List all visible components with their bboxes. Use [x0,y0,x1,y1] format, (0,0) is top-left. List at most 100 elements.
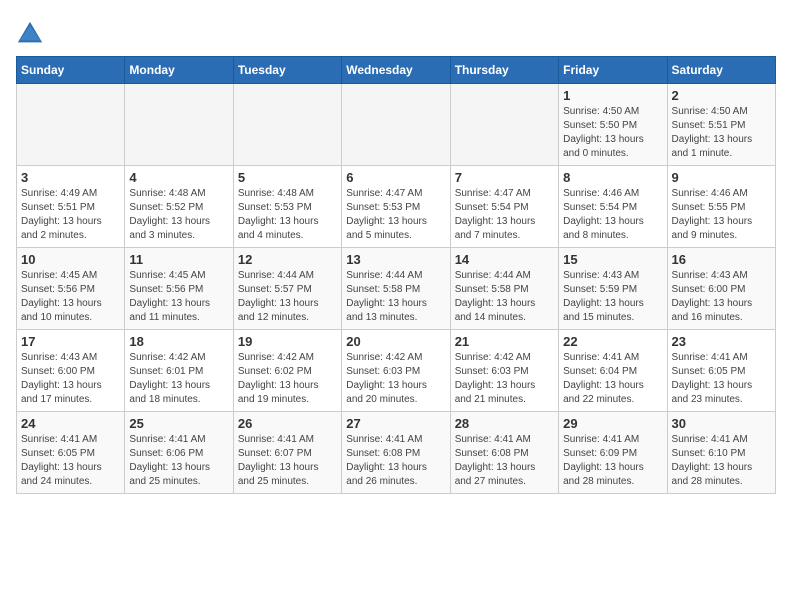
calendar-cell: 9 Sunrise: 4:46 AM Sunset: 5:55 PM Daylig… [667,166,775,248]
day-info: Sunrise: 4:45 AM Sunset: 5:56 PM Dayligh… [129,269,228,325]
day-info: Sunrise: 4:41 AM Sunset: 6:08 PM Dayligh… [455,433,554,489]
calendar-cell: 23 Sunrise: 4:41 AM Sunset: 6:05 PM Dayli… [667,330,775,412]
day-info: Sunrise: 4:44 AM Sunset: 5:58 PM Dayligh… [455,269,554,325]
day-info: Sunrise: 4:48 AM Sunset: 5:52 PM Dayligh… [129,187,228,243]
day-number: 14 [455,252,554,267]
calendar-week-row: 10Sunrise: 4:45 AM Sunset: 5:56 PM Dayli… [17,248,776,330]
day-number: 5 [238,170,337,185]
day-number: 1 [563,88,662,103]
calendar-week-row: 17 Sunrise: 4:43 AM Sunset: 6:00 PM Dayli… [17,330,776,412]
calendar-cell: 28 Sunrise: 4:41 AM Sunset: 6:08 PM Dayli… [450,412,558,494]
day-number: 29 [563,416,662,431]
calendar-cell: 30Sunrise: 4:41 AM Sunset: 6:10 PM Dayli… [667,412,775,494]
day-info: Sunrise: 4:42 AM Sunset: 6:03 PM Dayligh… [346,351,445,407]
calendar-cell: 15 Sunrise: 4:43 AM Sunset: 5:59 PM Dayli… [559,248,667,330]
day-number: 18 [129,334,228,349]
calendar-cell: 5 Sunrise: 4:48 AM Sunset: 5:53 PM Daylig… [233,166,341,248]
day-number: 27 [346,416,445,431]
day-number: 16 [672,252,771,267]
day-number: 25 [129,416,228,431]
day-number: 4 [129,170,228,185]
day-number: 26 [238,416,337,431]
day-info: Sunrise: 4:46 AM Sunset: 5:55 PM Dayligh… [672,187,771,243]
day-number: 11 [129,252,228,267]
day-info: Sunrise: 4:45 AM Sunset: 5:56 PM Dayligh… [21,269,120,325]
calendar-cell: 17 Sunrise: 4:43 AM Sunset: 6:00 PM Dayli… [17,330,125,412]
day-number: 30 [672,416,771,431]
day-number: 17 [21,334,120,349]
calendar-cell: 3Sunrise: 4:49 AM Sunset: 5:51 PM Daylig… [17,166,125,248]
day-info: Sunrise: 4:42 AM Sunset: 6:01 PM Dayligh… [129,351,228,407]
calendar-cell: 11 Sunrise: 4:45 AM Sunset: 5:56 PM Dayli… [125,248,233,330]
day-number: 6 [346,170,445,185]
calendar-cell: 10Sunrise: 4:45 AM Sunset: 5:56 PM Dayli… [17,248,125,330]
calendar-cell: 25 Sunrise: 4:41 AM Sunset: 6:06 PM Dayli… [125,412,233,494]
calendar-week-row: 24Sunrise: 4:41 AM Sunset: 6:05 PM Dayli… [17,412,776,494]
day-info: Sunrise: 4:41 AM Sunset: 6:07 PM Dayligh… [238,433,337,489]
day-info: Sunrise: 4:41 AM Sunset: 6:05 PM Dayligh… [672,351,771,407]
calendar-cell: 7 Sunrise: 4:47 AM Sunset: 5:54 PM Daylig… [450,166,558,248]
weekday-header: Sunday [17,57,125,84]
calendar-cell: 21 Sunrise: 4:42 AM Sunset: 6:03 PM Dayli… [450,330,558,412]
day-info: Sunrise: 4:48 AM Sunset: 5:53 PM Dayligh… [238,187,337,243]
day-number: 2 [672,88,771,103]
weekday-header: Monday [125,57,233,84]
day-info: Sunrise: 4:42 AM Sunset: 6:02 PM Dayligh… [238,351,337,407]
day-number: 22 [563,334,662,349]
calendar-cell [342,84,450,166]
calendar-cell: 29 Sunrise: 4:41 AM Sunset: 6:09 PM Dayli… [559,412,667,494]
day-number: 20 [346,334,445,349]
calendar-cell: 26 Sunrise: 4:41 AM Sunset: 6:07 PM Dayli… [233,412,341,494]
calendar-cell: 14 Sunrise: 4:44 AM Sunset: 5:58 PM Dayli… [450,248,558,330]
day-number: 8 [563,170,662,185]
page-header [16,16,776,48]
day-number: 15 [563,252,662,267]
day-number: 9 [672,170,771,185]
day-info: Sunrise: 4:50 AM Sunset: 5:50 PM Dayligh… [563,105,662,161]
calendar-cell [125,84,233,166]
day-info: Sunrise: 4:41 AM Sunset: 6:06 PM Dayligh… [129,433,228,489]
day-number: 23 [672,334,771,349]
logo [16,20,48,48]
weekday-header-row: SundayMondayTuesdayWednesdayThursdayFrid… [17,57,776,84]
calendar-cell: 18 Sunrise: 4:42 AM Sunset: 6:01 PM Dayli… [125,330,233,412]
day-info: Sunrise: 4:43 AM Sunset: 6:00 PM Dayligh… [672,269,771,325]
logo-icon [16,20,44,48]
day-info: Sunrise: 4:50 AM Sunset: 5:51 PM Dayligh… [672,105,771,161]
day-info: Sunrise: 4:41 AM Sunset: 6:09 PM Dayligh… [563,433,662,489]
calendar-cell [450,84,558,166]
day-number: 13 [346,252,445,267]
calendar-cell: 8 Sunrise: 4:46 AM Sunset: 5:54 PM Daylig… [559,166,667,248]
day-info: Sunrise: 4:47 AM Sunset: 5:53 PM Dayligh… [346,187,445,243]
calendar-cell: 16 Sunrise: 4:43 AM Sunset: 6:00 PM Dayli… [667,248,775,330]
weekday-header: Thursday [450,57,558,84]
day-number: 21 [455,334,554,349]
calendar-week-row: 3Sunrise: 4:49 AM Sunset: 5:51 PM Daylig… [17,166,776,248]
calendar-cell: 2 Sunrise: 4:50 AM Sunset: 5:51 PM Daylig… [667,84,775,166]
calendar-cell: 27 Sunrise: 4:41 AM Sunset: 6:08 PM Dayli… [342,412,450,494]
calendar-cell: 24Sunrise: 4:41 AM Sunset: 6:05 PM Dayli… [17,412,125,494]
day-info: Sunrise: 4:44 AM Sunset: 5:57 PM Dayligh… [238,269,337,325]
day-number: 3 [21,170,120,185]
calendar-cell: 20 Sunrise: 4:42 AM Sunset: 6:03 PM Dayli… [342,330,450,412]
calendar-cell: 22 Sunrise: 4:41 AM Sunset: 6:04 PM Dayli… [559,330,667,412]
day-info: Sunrise: 4:41 AM Sunset: 6:08 PM Dayligh… [346,433,445,489]
day-number: 12 [238,252,337,267]
day-info: Sunrise: 4:47 AM Sunset: 5:54 PM Dayligh… [455,187,554,243]
weekday-header: Wednesday [342,57,450,84]
day-info: Sunrise: 4:43 AM Sunset: 6:00 PM Dayligh… [21,351,120,407]
day-number: 28 [455,416,554,431]
weekday-header: Saturday [667,57,775,84]
calendar-cell: 1 Sunrise: 4:50 AM Sunset: 5:50 PM Daylig… [559,84,667,166]
weekday-header: Tuesday [233,57,341,84]
calendar-cell: 13Sunrise: 4:44 AM Sunset: 5:58 PM Dayli… [342,248,450,330]
calendar-cell [17,84,125,166]
day-info: Sunrise: 4:41 AM Sunset: 6:04 PM Dayligh… [563,351,662,407]
day-info: Sunrise: 4:41 AM Sunset: 6:05 PM Dayligh… [21,433,120,489]
day-info: Sunrise: 4:42 AM Sunset: 6:03 PM Dayligh… [455,351,554,407]
day-number: 7 [455,170,554,185]
calendar-cell: 12 Sunrise: 4:44 AM Sunset: 5:57 PM Dayli… [233,248,341,330]
calendar-cell: 4 Sunrise: 4:48 AM Sunset: 5:52 PM Daylig… [125,166,233,248]
day-info: Sunrise: 4:46 AM Sunset: 5:54 PM Dayligh… [563,187,662,243]
day-info: Sunrise: 4:43 AM Sunset: 5:59 PM Dayligh… [563,269,662,325]
